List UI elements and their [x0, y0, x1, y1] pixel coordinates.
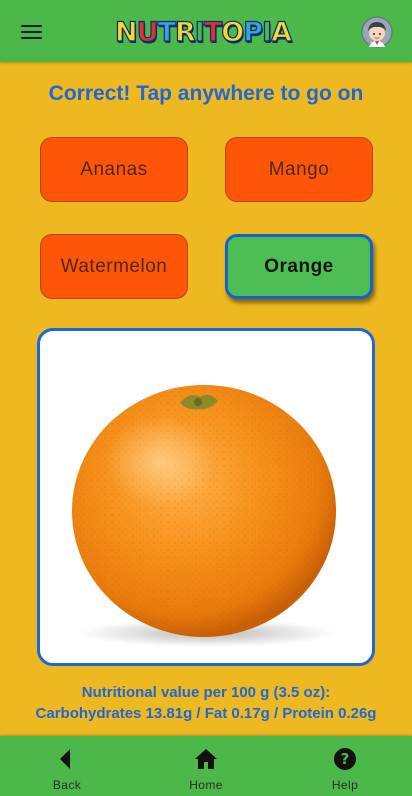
profile-avatar[interactable]	[361, 16, 393, 48]
feedback-message[interactable]: Correct! Tap anywhere to go on	[0, 82, 412, 106]
answer-button-ananas[interactable]: Ananas	[40, 137, 188, 202]
back-icon	[60, 749, 70, 769]
answer-label: Mango	[268, 158, 330, 180]
nutrition-info: Nutritional value per 100 g (3.5 oz): Ca…	[0, 682, 412, 724]
answer-label: Watermelon	[60, 255, 168, 277]
logo-letter: A	[270, 16, 292, 48]
answer-button-watermelon[interactable]: Watermelon	[40, 234, 188, 299]
app-logo: NUTRITOPIA	[108, 14, 298, 50]
logo-letter: P	[243, 16, 264, 48]
orange-fruit-image	[72, 385, 336, 647]
logo-letter: O	[221, 16, 245, 48]
logo-letter: U	[136, 16, 159, 48]
nutrition-heading: Nutritional value per 100 g (3.5 oz):	[81, 684, 331, 701]
logo-letter: R	[174, 16, 196, 48]
bottom-navigation: Back Home ? Help	[0, 736, 412, 796]
nav-help-button[interactable]: ? Help	[310, 736, 380, 796]
logo-letter: I	[194, 16, 205, 48]
nutrition-values: Carbohydrates 13.81g / Fat 0.17g / Prote…	[35, 705, 377, 722]
logo-letter: N	[114, 16, 138, 48]
home-icon	[195, 749, 217, 769]
avatar-icon	[361, 16, 393, 48]
nav-home-button[interactable]: Home	[171, 736, 241, 796]
menu-icon	[21, 25, 42, 27]
logo-letter: I	[261, 16, 272, 48]
nav-label-back: Back	[52, 778, 82, 792]
answer-button-orange-correct[interactable]: Orange	[225, 234, 373, 299]
answer-label: Ananas	[80, 158, 148, 180]
answer-label: Orange	[264, 255, 334, 277]
svg-text:?: ?	[341, 750, 350, 768]
help-icon: ?	[334, 748, 356, 770]
menu-icon-bar	[21, 31, 42, 33]
nav-label-home: Home	[189, 778, 223, 792]
nav-label-help: Help	[331, 778, 359, 792]
menu-icon-bar	[21, 37, 42, 39]
logo-letter: T	[157, 16, 177, 48]
menu-button[interactable]	[14, 18, 48, 46]
logo-letter: T	[203, 16, 223, 48]
answer-button-mango[interactable]: Mango	[225, 137, 373, 202]
fruit-image-frame	[37, 328, 375, 666]
top-app-bar: NUTRITOPIA	[0, 0, 412, 62]
nav-back-button[interactable]: Back	[32, 736, 102, 796]
